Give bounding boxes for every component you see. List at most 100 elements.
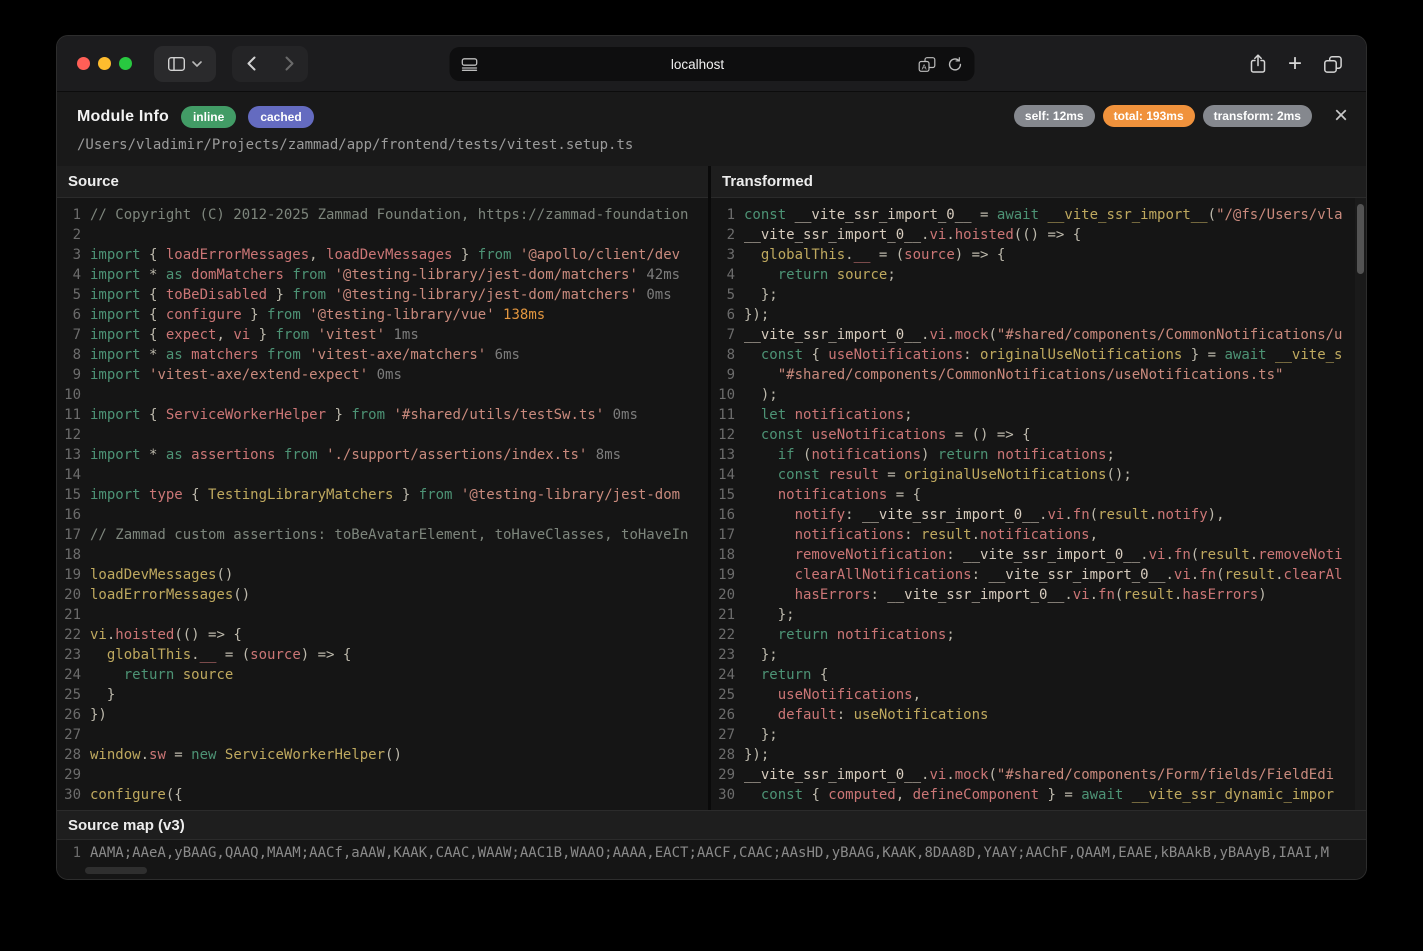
line-number: 15 [57, 485, 90, 505]
code-line: 21 }; [711, 605, 1366, 625]
code-line: 5import { toBeDisabled } from '@testing-… [57, 285, 708, 305]
horizontal-scrollbar-thumb[interactable] [85, 867, 147, 874]
vertical-scrollbar-thumb[interactable] [1357, 204, 1364, 274]
line-number: 26 [711, 705, 744, 725]
chevron-down-icon [192, 61, 202, 67]
share-button[interactable] [1250, 54, 1266, 74]
code-text: let notifications; [744, 405, 913, 425]
code-line: 1const __vite_ssr_import_0__ = await __v… [711, 205, 1366, 225]
code-text: return source; [744, 265, 896, 285]
code-text: const { useNotifications: originalUseNot… [744, 345, 1342, 365]
code-line: 9 "#shared/components/CommonNotification… [711, 365, 1366, 385]
code-line: 18 removeNotification: __vite_ssr_import… [711, 545, 1366, 565]
code-line: 4 return source; [711, 265, 1366, 285]
minimize-window-button[interactable] [98, 57, 111, 70]
code-line: 24 return { [711, 665, 1366, 685]
share-icon [1250, 54, 1266, 74]
line-number: 12 [711, 425, 744, 445]
code-text: }) [90, 705, 107, 725]
line-number: 28 [57, 745, 90, 765]
code-line: 26}) [57, 705, 708, 725]
code-line: 25 } [57, 685, 708, 705]
line-number: 16 [57, 505, 90, 525]
vertical-scrollbar[interactable] [1355, 198, 1366, 810]
code-line: 12 const useNotifications = () => { [711, 425, 1366, 445]
sourcemap-title: Source map (v3) [57, 810, 1366, 840]
code-line: 5 }; [711, 285, 1366, 305]
code-text: removeNotification: __vite_ssr_import_0_… [744, 545, 1343, 565]
code-line: 3import { loadErrorMessages, loadDevMess… [57, 245, 708, 265]
line-number: 3 [57, 245, 90, 265]
line-number: 23 [711, 645, 744, 665]
new-tab-button[interactable]: + [1288, 52, 1302, 76]
code-line: 10 [57, 385, 708, 405]
line-number: 8 [711, 345, 744, 365]
sidebar-icon [168, 57, 185, 71]
new-tab-icon: + [1288, 50, 1302, 77]
code-line: 29 [57, 765, 708, 785]
close-window-button[interactable] [77, 57, 90, 70]
line-number: 25 [711, 685, 744, 705]
page-title: Module Info [77, 108, 169, 126]
line-number: 16 [711, 505, 744, 525]
code-line: 24 return source [57, 665, 708, 685]
reader-icon[interactable] [461, 58, 477, 71]
code-line: 19 clearAllNotifications: __vite_ssr_imp… [711, 565, 1366, 585]
badge-inline: inline [181, 106, 236, 128]
code-text: import 'vitest-axe/extend-expect' 0ms [90, 365, 402, 385]
code-line: 22 return notifications; [711, 625, 1366, 645]
code-line: 16 [57, 505, 708, 525]
tab-overview-button[interactable] [1324, 56, 1342, 73]
code-text: import * as domMatchers from '@testing-l… [90, 265, 680, 285]
code-line: 23 globalThis.__ = (source) => { [57, 645, 708, 665]
code-text: // Zammad custom assertions: toBeAvatarE… [90, 525, 688, 545]
transformed-code-area[interactable]: 1const __vite_ssr_import_0__ = await __v… [711, 198, 1366, 810]
code-line: 18 [57, 545, 708, 565]
code-line: 12 [57, 425, 708, 445]
translate-icon[interactable]: A [918, 57, 935, 72]
line-number: 21 [57, 605, 90, 625]
code-line: 28}); [711, 745, 1366, 765]
browser-toolbar: localhost A [57, 36, 1366, 92]
line-number: 10 [57, 385, 90, 405]
address-bar[interactable]: localhost A [449, 47, 974, 81]
code-line: 11 let notifications; [711, 405, 1366, 425]
sidebar-toggle-button[interactable] [154, 46, 216, 82]
line-number: 5 [57, 285, 90, 305]
line-number: 1 [711, 205, 744, 225]
forward-button[interactable] [270, 46, 308, 82]
line-number: 26 [57, 705, 90, 725]
code-text: }; [744, 725, 778, 745]
line-number: 30 [711, 785, 744, 805]
zoom-window-button[interactable] [119, 57, 132, 70]
code-text: notifications = { [744, 485, 921, 505]
url-text: localhost [477, 57, 918, 72]
code-line: 17 notifications: result.notifications, [711, 525, 1366, 545]
code-text: }; [744, 285, 778, 305]
code-line: 6}); [711, 305, 1366, 325]
line-number: 29 [57, 765, 90, 785]
line-number: 2 [57, 225, 90, 245]
code-text: "#shared/components/CommonNotifications/… [744, 365, 1283, 385]
code-text: hasErrors: __vite_ssr_import_0__.vi.fn(r… [744, 585, 1267, 605]
line-number: 7 [57, 325, 90, 345]
code-text: vi.hoisted(() => { [90, 625, 242, 645]
line-number: 17 [57, 525, 90, 545]
line-number: 23 [57, 645, 90, 665]
code-line: 22vi.hoisted(() => { [57, 625, 708, 645]
code-line: 2 [57, 225, 708, 245]
code-line: 11import { ServiceWorkerHelper } from '#… [57, 405, 708, 425]
code-text: import { loadErrorMessages, loadDevMessa… [90, 245, 680, 265]
line-number: 15 [711, 485, 744, 505]
code-text: import { configure } from '@testing-libr… [90, 305, 545, 325]
line-number: 11 [711, 405, 744, 425]
code-text: ); [744, 385, 778, 405]
reload-icon[interactable] [947, 57, 962, 72]
source-code-area[interactable]: 1// Copyright (C) 2012-2025 Zammad Found… [57, 198, 708, 810]
close-icon[interactable]: × [1334, 104, 1348, 128]
line-number: 20 [711, 585, 744, 605]
line-number: 4 [57, 265, 90, 285]
back-button[interactable] [232, 46, 270, 82]
transformed-panel-title: Transformed [711, 166, 1366, 198]
code-line: 13import * as assertions from './support… [57, 445, 708, 465]
